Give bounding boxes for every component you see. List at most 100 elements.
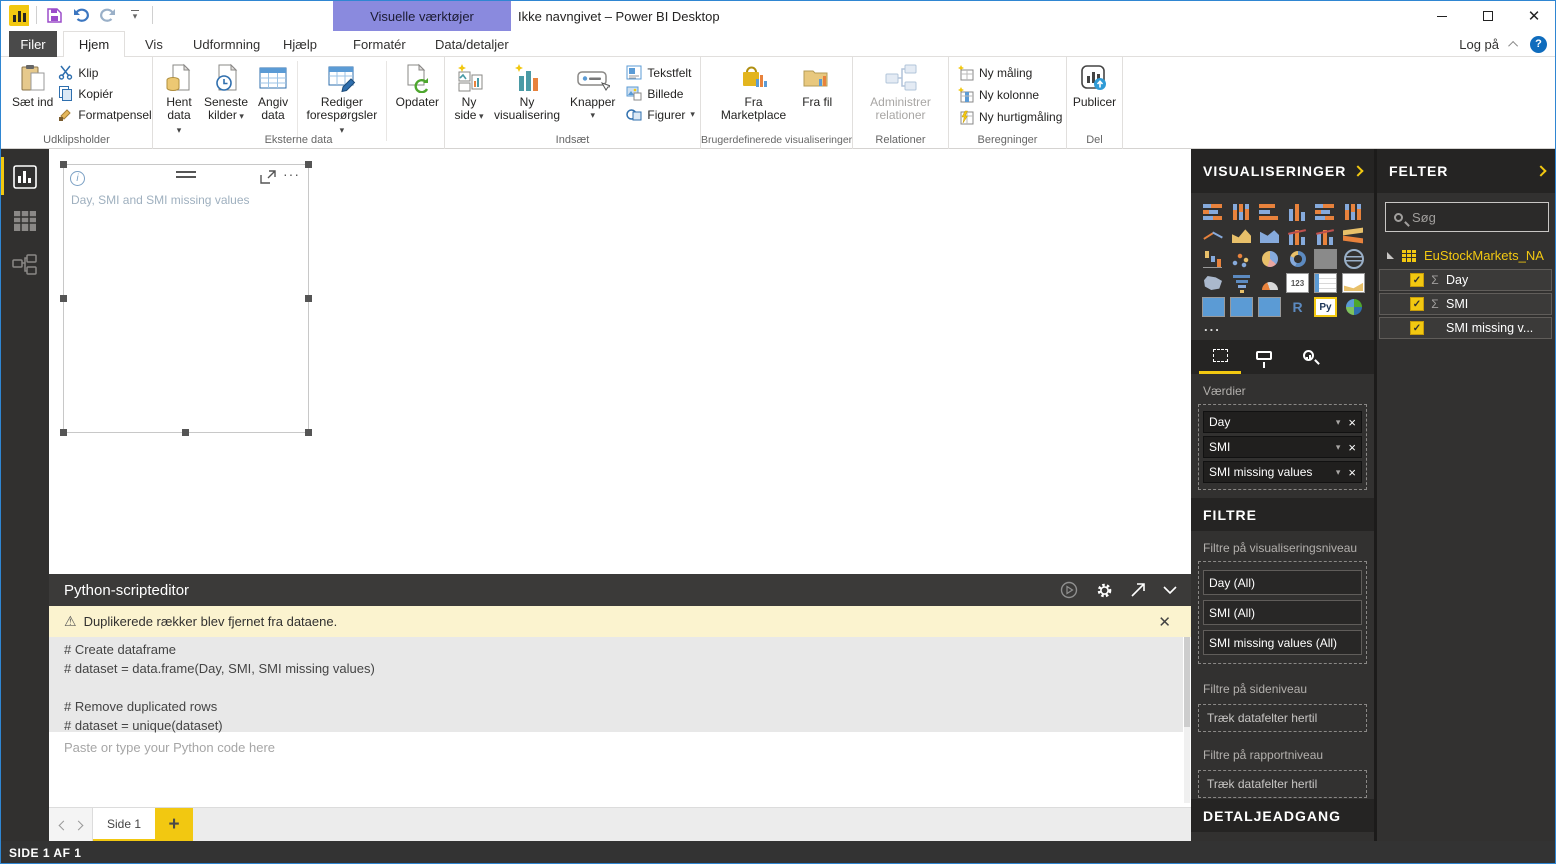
scatter-chart-icon[interactable] — [1230, 249, 1253, 269]
slicer-icon[interactable] — [1202, 297, 1225, 317]
resize-handle[interactable] — [305, 161, 312, 168]
100-stacked-column-chart-icon[interactable] — [1342, 201, 1365, 221]
stacked-bar-chart-icon[interactable] — [1202, 201, 1225, 221]
data-view-button[interactable] — [1, 199, 49, 243]
r-script-icon[interactable]: R — [1286, 297, 1309, 317]
edit-queries-button[interactable]: Rediger forespørgsler — [302, 61, 383, 139]
collapse-panel-icon[interactable] — [1535, 165, 1547, 177]
visualizations-header[interactable]: VISUALISERINGER — [1191, 149, 1374, 193]
drag-handle[interactable] — [176, 171, 196, 181]
buttons-button[interactable]: Knapper — [565, 61, 620, 124]
search-input[interactable] — [1410, 208, 1540, 226]
map-icon[interactable] — [1342, 249, 1365, 269]
field-checkbox[interactable]: ✓ — [1410, 321, 1424, 335]
filled-map-icon[interactable] — [1202, 273, 1225, 293]
run-script-icon[interactable] — [1060, 581, 1078, 599]
new-measure-button[interactable]: Ny måling — [957, 65, 1062, 81]
tab-hjaelp[interactable]: Hjælp — [269, 31, 331, 57]
copy-button[interactable]: Kopiér — [58, 86, 151, 101]
from-marketplace-button[interactable]: Fra Marketplace — [716, 61, 791, 124]
area-chart-icon[interactable] — [1230, 225, 1253, 245]
refresh-button[interactable]: Opdater — [391, 61, 444, 111]
waterfall-chart-icon[interactable] — [1202, 249, 1225, 269]
customize-toolbar-dropdown-icon[interactable]: ▾ — [125, 5, 145, 25]
script-comment-block[interactable]: # Create dataframe # dataset = data.frame… — [49, 637, 1183, 733]
arcgis-map-icon[interactable] — [1342, 297, 1365, 317]
report-view-button[interactable] — [1, 155, 49, 199]
enter-data-button[interactable]: Angiv data — [253, 61, 293, 124]
close-button[interactable]: ✕ — [1511, 1, 1555, 31]
next-page-icon[interactable] — [73, 820, 83, 830]
multi-row-card-icon[interactable] — [1314, 273, 1337, 293]
fields-tab[interactable] — [1199, 340, 1241, 374]
collapse-panel-icon[interactable] — [1352, 165, 1364, 177]
format-painter-button[interactable]: Formatpensel — [58, 107, 152, 122]
model-view-button[interactable] — [1, 243, 49, 287]
field-checkbox[interactable]: ✓ — [1410, 273, 1424, 287]
page-tab-side1[interactable]: Side 1 — [93, 808, 155, 842]
add-page-button[interactable] — [155, 808, 193, 842]
table-icon[interactable] — [1230, 297, 1253, 317]
kpi-icon[interactable] — [1342, 273, 1365, 293]
dismiss-warning-icon[interactable]: ✕ — [1158, 613, 1171, 631]
previous-page-icon[interactable] — [58, 820, 68, 830]
filter-card[interactable]: SMI (All) — [1203, 600, 1362, 625]
more-visuals-ellipsis[interactable]: ... — [1191, 319, 1374, 340]
tab-udformning[interactable]: Udformning — [179, 31, 274, 57]
table-eustockmarkets[interactable]: EuStockMarkets_NA — [1387, 248, 1555, 263]
value-field-chip[interactable]: Day — [1203, 411, 1362, 433]
new-quick-measure-button[interactable]: Ny hurtigmåling — [957, 109, 1062, 125]
card-icon[interactable]: 123 — [1286, 273, 1309, 293]
funnel-chart-icon[interactable] — [1230, 273, 1253, 293]
clustered-column-chart-icon[interactable] — [1286, 201, 1309, 221]
undo-button[interactable] — [71, 5, 91, 25]
value-field-chip[interactable]: SMI missing values — [1203, 461, 1362, 483]
resize-handle[interactable] — [60, 161, 67, 168]
fields-header[interactable]: FELTER — [1377, 149, 1555, 193]
new-column-button[interactable]: Ny kolonne — [957, 87, 1062, 103]
collapse-ribbon-icon[interactable] — [1508, 40, 1519, 51]
login-link[interactable]: Log på — [1459, 37, 1499, 52]
format-tab[interactable] — [1243, 340, 1285, 374]
collapse-editor-chevron-icon[interactable] — [1163, 585, 1177, 595]
stacked-column-chart-icon[interactable] — [1230, 201, 1253, 221]
resize-handle[interactable] — [60, 429, 67, 436]
resize-handle[interactable] — [305, 294, 312, 302]
image-button[interactable]: Billede — [626, 86, 695, 101]
text-box-button[interactable]: Tekstfelt — [626, 65, 695, 80]
remove-field-icon[interactable] — [1348, 415, 1356, 430]
donut-chart-icon[interactable] — [1286, 249, 1309, 269]
expand-editor-icon[interactable] — [1131, 583, 1145, 597]
script-options-gear-icon[interactable] — [1096, 582, 1113, 599]
value-field-chip[interactable]: SMI — [1203, 436, 1362, 458]
resize-handle[interactable] — [305, 429, 312, 436]
redo-button[interactable] — [98, 5, 118, 25]
matrix-icon[interactable] — [1258, 297, 1281, 317]
get-data-button[interactable]: Hent data — [159, 61, 199, 139]
paste-button[interactable]: Sæt ind — [7, 61, 58, 111]
values-well[interactable]: Day SMI SMI missing values — [1198, 404, 1367, 490]
page-filters-drop-area[interactable]: Træk datafelter hertil — [1198, 704, 1367, 732]
tab-hjem[interactable]: Hjem — [63, 31, 125, 57]
from-file-button[interactable]: Fra fil — [797, 61, 837, 111]
maximize-button[interactable] — [1465, 1, 1511, 31]
gauge-icon[interactable] — [1258, 273, 1281, 293]
publish-button[interactable]: Publicer — [1068, 61, 1121, 111]
line-stacked-column-chart-icon[interactable] — [1314, 225, 1337, 245]
remove-field-icon[interactable] — [1348, 440, 1356, 455]
field-row[interactable]: ✓ Σ SMI — [1379, 293, 1552, 315]
filter-card[interactable]: SMI missing values (All) — [1203, 630, 1362, 655]
resize-handle[interactable] — [182, 429, 189, 436]
recent-sources-button[interactable]: Seneste kilder — [199, 61, 253, 125]
python-script-icon[interactable]: Py — [1314, 297, 1337, 317]
treemap-icon[interactable] — [1314, 249, 1337, 269]
filter-card[interactable]: Day (All) — [1203, 570, 1362, 595]
line-chart-icon[interactable] — [1202, 225, 1225, 245]
focus-mode-icon[interactable] — [260, 170, 276, 189]
new-visual-button[interactable]: Ny visualisering — [489, 61, 565, 124]
chevron-down-icon[interactable] — [1336, 467, 1341, 478]
analytics-tab[interactable] — [1287, 340, 1329, 374]
report-filters-drop-area[interactable]: Træk datafelter hertil — [1198, 770, 1367, 798]
shapes-button[interactable]: Figurer — [626, 107, 695, 122]
chevron-down-icon[interactable] — [1336, 417, 1341, 428]
